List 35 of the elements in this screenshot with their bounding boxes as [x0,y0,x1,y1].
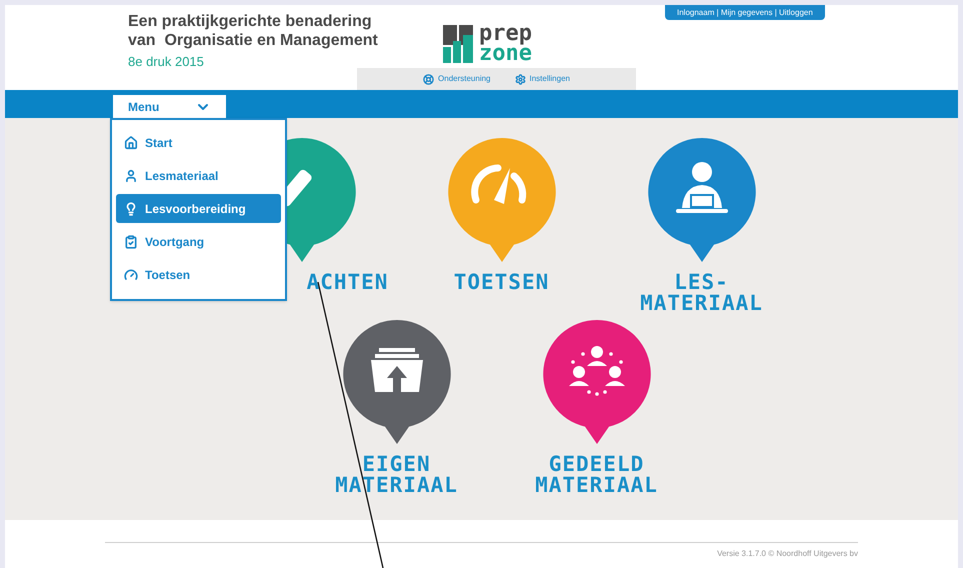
folder-upload-icon [370,348,422,392]
menu-item[interactable]: Voortgang [116,227,281,256]
menu-item[interactable]: Lesmateriaal [116,161,281,190]
edition-text: 8e druk 2015 [128,53,205,71]
clipboard-icon [124,234,138,248]
book-title: Een praktijkgerichte benadering [128,12,373,31]
menu-item[interactable]: Start [116,128,281,157]
user-links-bar[interactable]: Inlognaam | Mijn gegevens | Uitloggen [665,5,825,20]
tile-badge[interactable] [542,320,650,446]
menu-tab[interactable]: Menu [113,95,226,118]
tile-label[interactable]: GEDEELD MATERIAAL [535,454,658,496]
logo-text: zone [479,44,532,64]
tile-badge[interactable] [648,138,756,264]
person-icon [124,168,138,182]
gauge-icon [124,268,138,282]
logo-text: prep [479,24,532,44]
tile-label[interactable]: ACHTEN [306,272,388,293]
tile-badge[interactable] [448,138,556,264]
book-title: van Organisatie en Management [128,31,379,50]
sub-nav-link[interactable]: Instellingen [514,73,570,85]
logo-icon [443,24,473,62]
home-icon [124,136,138,150]
tile-label[interactable]: LES- MATERIAAL [640,272,763,314]
sub-nav-link[interactable]: Ondersteuning [423,73,490,85]
gauge-icon [470,164,526,204]
menu-item[interactable]: Lesvoorbereiding [116,194,281,223]
person-at-laptop-icon [676,162,728,213]
settings-icon [514,74,526,84]
tile-label[interactable]: TOETSEN [454,272,550,293]
tile-badge[interactable] [342,320,450,446]
lightbulb-icon [124,202,138,216]
shared-people-icon [568,346,624,396]
menu-item[interactable]: Toetsen [116,260,281,289]
version-text: Versie 3.1.7.0 © Noordhoff Uitgevers bv [717,548,858,560]
lifebuoy-icon [423,74,434,84]
